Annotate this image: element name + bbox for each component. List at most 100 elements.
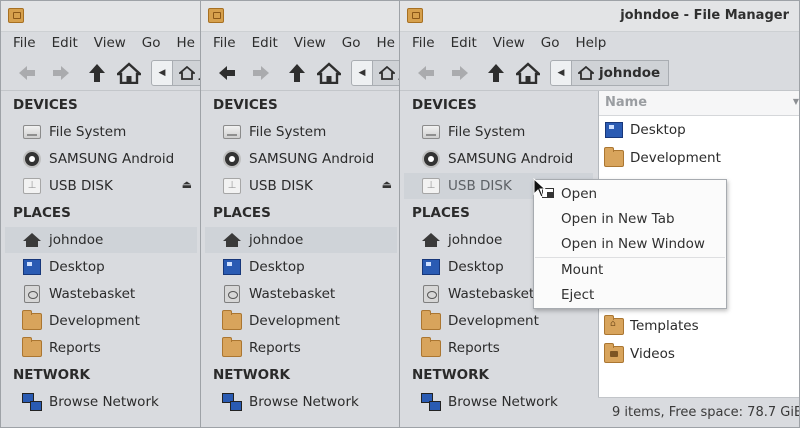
usb-drive-icon: ⊥	[422, 178, 440, 194]
context-menu-label: Open in New Tab	[561, 211, 675, 227]
back-button[interactable]	[215, 62, 239, 84]
context-menu-open[interactable]: Open	[534, 182, 726, 206]
file-manager-window-back-1: File Edit View Go He ◀ johndoe DEVICES F…	[0, 0, 202, 428]
sidebar-item-reports[interactable]: Reports	[205, 335, 397, 361]
sidebar-item-browse-network[interactable]: Browse Network	[404, 389, 593, 415]
title-bar[interactable]	[1, 1, 201, 32]
path-scroll-left-button[interactable]: ◀	[151, 60, 173, 86]
sidebar-item-development[interactable]: Development	[205, 308, 397, 334]
menu-file[interactable]: File	[400, 31, 435, 55]
sidebar-item-browse-network[interactable]: Browse Network	[5, 389, 197, 415]
places-header: PLACES	[213, 205, 271, 221]
file-manager-window-back-2: File Edit View Go He ◀ johndoe DEVICES F…	[200, 0, 402, 428]
sidebar-item-usb-disk[interactable]: ⊥ USB DISK ⏏	[205, 173, 397, 199]
home-button[interactable]	[516, 62, 540, 84]
home-button[interactable]	[117, 62, 141, 84]
path-button-home[interactable]: johndoe	[173, 60, 201, 86]
menu-edit[interactable]: Edit	[40, 31, 78, 55]
forward-button[interactable]	[49, 62, 73, 84]
file-item-videos[interactable]: Videos	[603, 341, 799, 367]
sidebar-item-usb-disk[interactable]: ⊥ USB DISK ⏏	[5, 173, 197, 199]
desktop-icon	[605, 122, 623, 138]
sidebar-item-label: Wastebasket	[49, 286, 136, 302]
menu-help[interactable]: Help	[564, 31, 607, 55]
sidebar-item-browse-network[interactable]: Browse Network	[205, 389, 397, 415]
sidebar-item-label: USB DISK	[448, 178, 512, 194]
file-item-templates[interactable]: Templates	[603, 313, 799, 339]
column-header-name[interactable]: Name ▼	[599, 91, 799, 116]
menu-file[interactable]: File	[1, 31, 36, 55]
path-button-home[interactable]: johndoe	[373, 60, 401, 86]
drive-icon	[223, 125, 241, 139]
sidebar-item-samsung-android[interactable]: SAMSUNG Android	[205, 146, 397, 172]
desktop-icon	[422, 259, 440, 275]
menu-help[interactable]: He	[365, 31, 395, 55]
context-menu-open-new-tab[interactable]: Open in New Tab	[534, 207, 726, 231]
sidebar-item-wastebasket[interactable]: Wastebasket	[205, 281, 397, 307]
sidebar-item-development[interactable]: Development	[5, 308, 197, 334]
trash-icon	[224, 285, 240, 303]
menu-file[interactable]: File	[201, 31, 236, 55]
sidebar-item-desktop[interactable]: Desktop	[5, 254, 197, 280]
file-item-label: Videos	[630, 346, 675, 362]
arrow-up-icon	[488, 64, 504, 82]
sidebar-item-file-system[interactable]: File System	[205, 119, 397, 145]
eject-icon[interactable]: ⏏	[182, 178, 192, 191]
file-manager-app-icon	[208, 8, 224, 23]
context-menu-mount[interactable]: Mount	[534, 258, 726, 282]
file-item-development[interactable]: Development	[603, 145, 799, 171]
sidebar-item-home[interactable]: johndoe	[205, 227, 397, 253]
menu-go[interactable]: Go	[330, 31, 361, 55]
file-item-label: Desktop	[630, 122, 686, 138]
title-bar[interactable]: johndoe - File Manager	[400, 1, 799, 32]
title-bar[interactable]	[201, 1, 401, 32]
up-button[interactable]	[85, 62, 109, 84]
sidebar-item-label: SAMSUNG Android	[249, 151, 375, 167]
sidebar-item-file-system[interactable]: File System	[5, 119, 197, 145]
file-item-label: Development	[630, 150, 721, 166]
menu-view[interactable]: View	[282, 31, 326, 55]
back-button[interactable]	[414, 62, 438, 84]
context-menu-label: Open	[561, 186, 598, 202]
menu-go[interactable]: Go	[130, 31, 161, 55]
menu-edit[interactable]: Edit	[240, 31, 278, 55]
context-menu-eject[interactable]: Eject	[534, 283, 726, 307]
menu-view[interactable]: View	[82, 31, 126, 55]
file-item-desktop[interactable]: Desktop	[603, 117, 799, 143]
sidebar-item-samsung-android[interactable]: SAMSUNG Android	[5, 146, 197, 172]
sidebar-item-label: Development	[49, 313, 140, 329]
sidebar-item-reports[interactable]: Reports	[404, 335, 593, 361]
sidebar-item-label: File System	[448, 124, 526, 140]
sidebar-item-label: Browse Network	[249, 394, 359, 410]
forward-button[interactable]	[448, 62, 472, 84]
sidebar-item-development[interactable]: Development	[404, 308, 593, 334]
mouse-cursor-icon	[533, 178, 547, 198]
sidebar-item-desktop[interactable]: Desktop	[205, 254, 397, 280]
back-button[interactable]	[15, 62, 39, 84]
path-scroll-left-button[interactable]: ◀	[351, 60, 373, 86]
drive-icon	[422, 125, 440, 139]
menu-go[interactable]: Go	[529, 31, 560, 55]
sidebar-item-home[interactable]: johndoe	[5, 227, 197, 253]
home-icon	[117, 62, 141, 84]
menu-help[interactable]: He	[165, 31, 195, 55]
sidebar-item-wastebasket[interactable]: Wastebasket	[5, 281, 197, 307]
menu-edit[interactable]: Edit	[439, 31, 477, 55]
up-button[interactable]	[484, 62, 508, 84]
templates-folder-icon	[604, 314, 624, 335]
forward-button[interactable]	[249, 62, 273, 84]
sidebar-item-samsung-android[interactable]: SAMSUNG Android	[404, 146, 593, 172]
home-button[interactable]	[317, 62, 341, 84]
eject-icon[interactable]: ⏏	[382, 178, 392, 191]
context-menu-open-new-window[interactable]: Open in New Window	[534, 232, 726, 256]
path-button-home[interactable]: johndoe	[572, 60, 670, 86]
sidebar-item-reports[interactable]: Reports	[5, 335, 197, 361]
up-button[interactable]	[285, 62, 309, 84]
sidebar-item-label: johndoe	[448, 232, 503, 248]
path-scroll-left-button[interactable]: ◀	[550, 60, 572, 86]
sidebar-item-label: Reports	[448, 340, 500, 356]
menu-view[interactable]: View	[481, 31, 525, 55]
network-header: NETWORK	[412, 367, 489, 383]
sidebar-item-file-system[interactable]: File System	[404, 119, 593, 145]
disc-icon	[23, 150, 41, 168]
